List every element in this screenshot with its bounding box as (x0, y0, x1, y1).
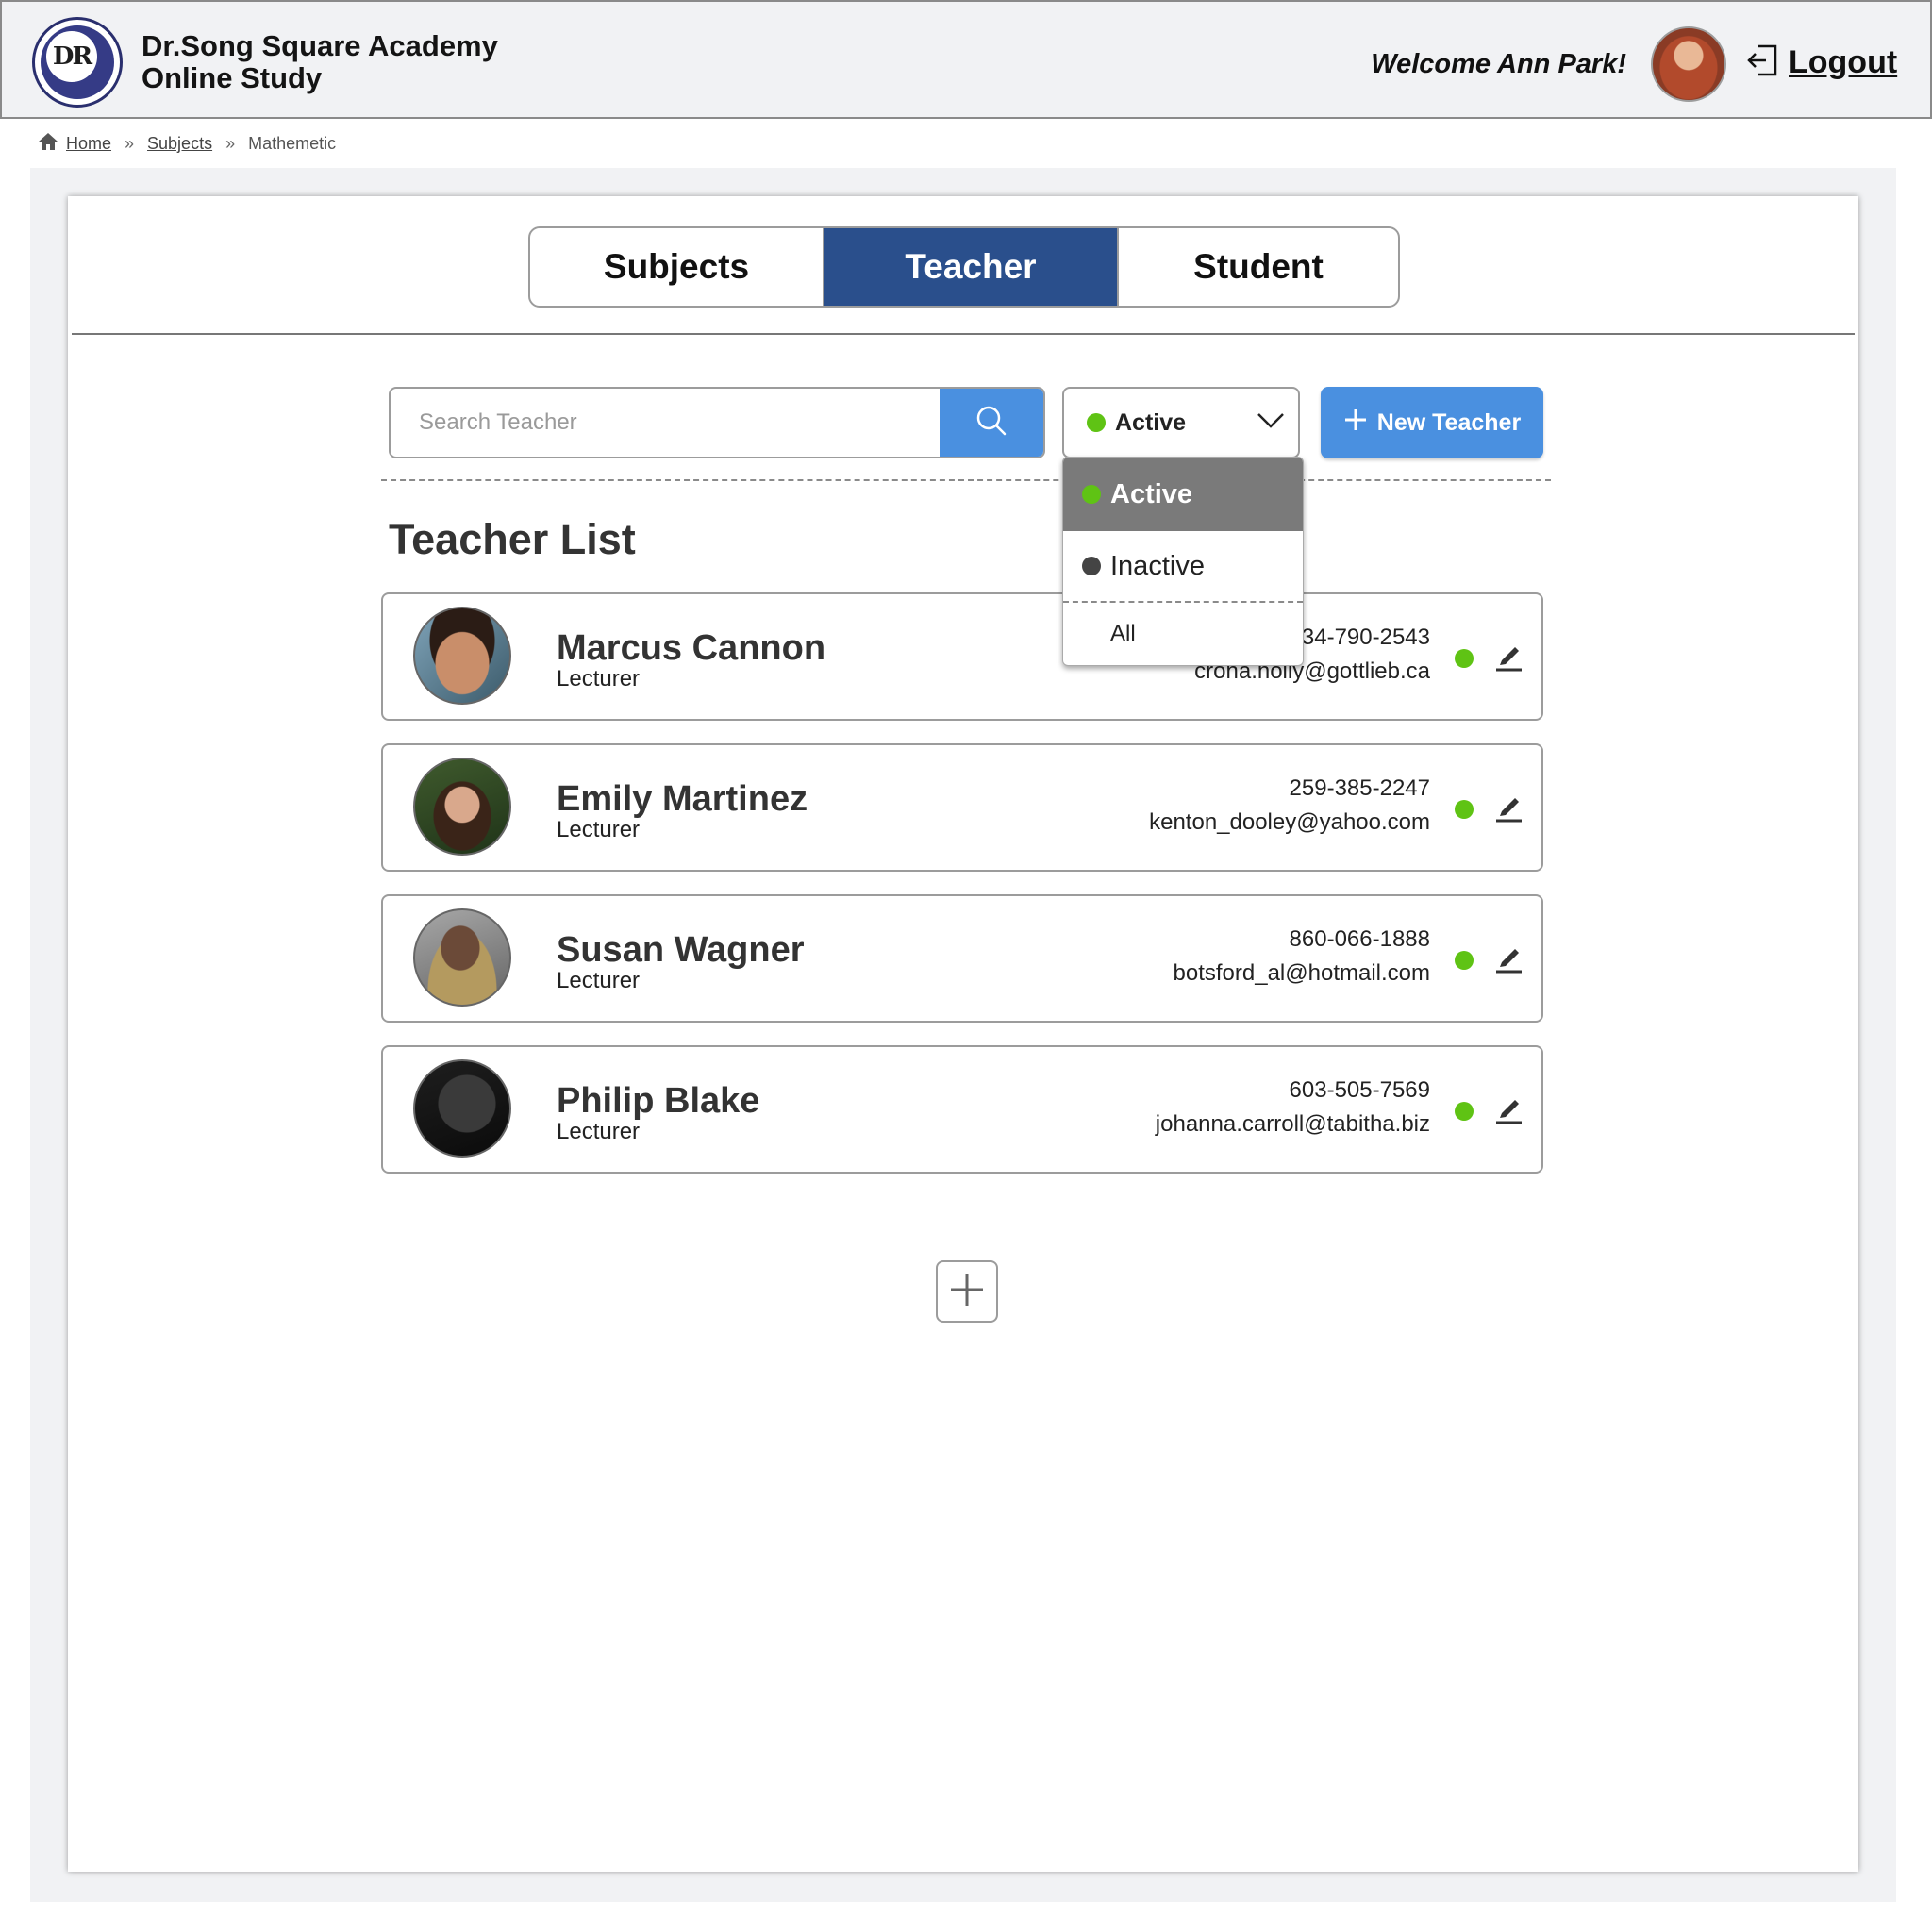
teacher-name: Marcus Cannon (557, 628, 826, 668)
status-option-label: All (1110, 621, 1136, 646)
search-input[interactable] (391, 389, 940, 457)
pencil-icon (1494, 949, 1523, 977)
teacher-phone: 603-505-7569 (1289, 1077, 1430, 1103)
pencil-icon (1494, 1100, 1523, 1128)
teacher-email: kenton_dooley@yahoo.com (1149, 809, 1430, 835)
search-icon (975, 405, 1008, 441)
tabs-divider (72, 333, 1855, 335)
status-inactive-dot (1082, 557, 1101, 575)
teacher-avatar (413, 1059, 511, 1158)
breadcrumb: Home » Subjects » Mathemetic (38, 132, 336, 156)
status-active-dot (1455, 649, 1474, 668)
teacher-email: botsford_al@hotmail.com (1173, 960, 1430, 986)
status-active-dot (1455, 1102, 1474, 1121)
status-dropdown-menu: Active Inactive All (1062, 457, 1304, 666)
status-option-label: Active (1110, 478, 1193, 509)
edit-teacher-button[interactable] (1494, 791, 1523, 827)
logo-monogram: DR (46, 31, 97, 82)
breadcrumb-separator-icon: » (125, 134, 135, 153)
new-teacher-label: New Teacher (1376, 408, 1522, 436)
teacher-role: Lecturer (557, 817, 641, 842)
plus-icon (1343, 408, 1368, 439)
status-option-inactive[interactable]: Inactive (1063, 531, 1303, 601)
teacher-card[interactable]: Susan Wagner Lecturer 860-066-1888 botsf… (381, 894, 1543, 1023)
teacher-role: Lecturer (557, 666, 641, 691)
status-filter-select[interactable]: Active (1062, 387, 1300, 458)
status-active-dot (1082, 485, 1101, 504)
status-active-dot (1455, 951, 1474, 970)
pencil-icon (1494, 798, 1523, 826)
status-active-dot (1087, 413, 1106, 432)
status-filter-value: Active (1115, 408, 1187, 436)
plus-icon (948, 1271, 986, 1313)
status-option-label: Inactive (1110, 550, 1205, 581)
brand-line-1: Dr.Song Square Academy (142, 29, 498, 62)
add-teacher-button[interactable] (936, 1260, 998, 1323)
toolbar-divider (381, 479, 1551, 481)
academy-logo: DR (32, 17, 123, 108)
welcome-message: Welcome Ann Park! (1371, 49, 1626, 79)
teacher-card[interactable]: Marcus Cannon Lecturer 234-790-2543 cron… (381, 592, 1543, 721)
edit-teacher-button[interactable] (1494, 640, 1523, 676)
teacher-role: Lecturer (557, 1119, 641, 1144)
breadcrumb-separator-icon: » (225, 134, 236, 153)
teacher-name: Susan Wagner (557, 930, 805, 970)
brand-line-2: Online Study (142, 61, 323, 94)
breadcrumb-home[interactable]: Home (66, 134, 111, 154)
teacher-name: Philip Blake (557, 1081, 760, 1121)
teacher-phone: 860-066-1888 (1289, 926, 1430, 952)
teacher-phone: 234-790-2543 (1289, 625, 1430, 650)
pencil-icon (1494, 647, 1523, 675)
search-button[interactable] (940, 389, 1043, 457)
home-icon (38, 132, 58, 156)
breadcrumb-subjects[interactable]: Subjects (147, 134, 212, 154)
teacher-card[interactable]: Emily Martinez Lecturer 259-385-2247 ken… (381, 743, 1543, 872)
section-tabs: Subjects Teacher Student (528, 226, 1400, 308)
teacher-name: Emily Martinez (557, 779, 808, 819)
logout-label: Logout (1789, 44, 1898, 80)
teacher-list-title: Teacher List (389, 515, 636, 563)
chevron-down-icon (1257, 411, 1285, 435)
logout-button[interactable]: Logout (1747, 43, 1897, 82)
new-teacher-button[interactable]: New Teacher (1321, 387, 1543, 458)
tab-subjects[interactable]: Subjects (530, 228, 824, 306)
teacher-role: Lecturer (557, 968, 641, 993)
teacher-card[interactable]: Philip Blake Lecturer 603-505-7569 johan… (381, 1045, 1543, 1174)
teacher-email: johanna.carroll@tabitha.biz (1155, 1111, 1430, 1137)
teacher-avatar (413, 908, 511, 1007)
user-avatar[interactable] (1651, 26, 1726, 102)
status-active-dot (1455, 800, 1474, 819)
breadcrumb-current: Mathemetic (248, 134, 337, 153)
status-option-active[interactable]: Active (1063, 458, 1303, 531)
edit-teacher-button[interactable] (1494, 941, 1523, 978)
teacher-avatar (413, 607, 511, 705)
teacher-avatar (413, 758, 511, 856)
brand-title: Dr.Song Square Academy Online Study (142, 30, 498, 94)
app-header: DR Dr.Song Square Academy Online Study W… (0, 0, 1932, 119)
teacher-phone: 259-385-2247 (1289, 775, 1430, 801)
search-box (389, 387, 1045, 458)
status-option-all[interactable]: All (1063, 603, 1303, 665)
tab-student[interactable]: Student (1117, 228, 1398, 306)
logout-icon (1747, 43, 1779, 82)
tab-teacher[interactable]: Teacher (824, 228, 1117, 306)
edit-teacher-button[interactable] (1494, 1092, 1523, 1129)
